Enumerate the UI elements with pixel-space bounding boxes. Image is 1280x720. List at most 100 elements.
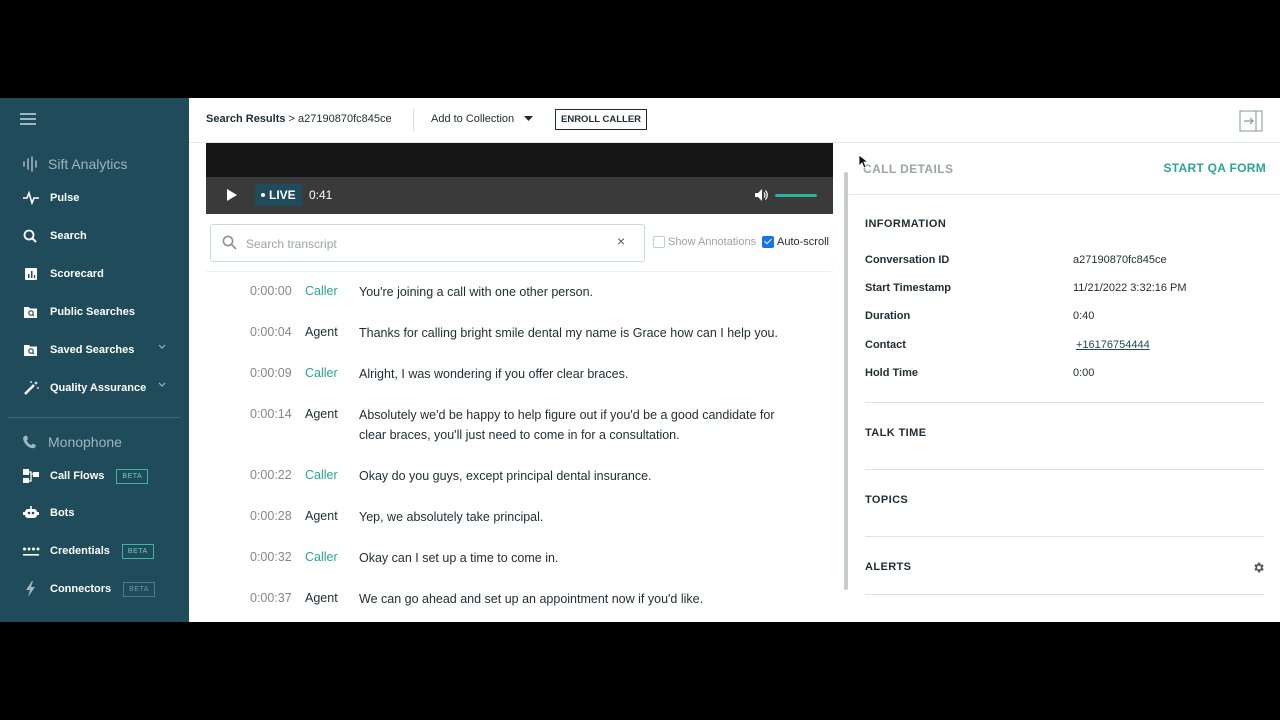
breadcrumb-search-results[interactable]: Search Results — [206, 113, 285, 125]
mouse-cursor-icon — [858, 154, 868, 169]
sidebar-item-quality-assurance[interactable]: Quality Assurance — [22, 377, 172, 399]
info-key: Duration — [865, 310, 911, 322]
utterance-text: Absolutely we'd be happy to help figure … — [359, 408, 775, 442]
beta-badge: BETA — [116, 468, 149, 484]
sidebar-item-label: Search — [50, 230, 87, 242]
enroll-caller-button[interactable]: ENROLL CALLER — [555, 109, 648, 130]
info-key: Conversation ID — [865, 254, 950, 266]
auto-scroll-option[interactable]: Auto-scroll — [762, 236, 829, 248]
information-section-title: INFORMATION — [865, 218, 947, 230]
alerts-section-title[interactable]: ALERTS — [865, 561, 911, 573]
public-search-icon — [24, 307, 37, 318]
info-key: Start Timestamp — [865, 282, 951, 294]
start-qa-form-button[interactable]: START QA FORM — [1163, 161, 1266, 175]
speaker-label: Caller — [305, 366, 338, 380]
show-annotations-option[interactable]: Show Annotations — [653, 236, 756, 248]
auto-scroll-checkbox[interactable] — [762, 236, 774, 248]
transcript-list: 0:00:00 Caller You're joining a call wit… — [206, 272, 833, 622]
toolbar-divider — [413, 109, 414, 131]
waveform-icon — [23, 156, 37, 172]
auto-scroll-label: Auto-scroll — [777, 236, 829, 248]
search-icon — [222, 235, 237, 250]
sidebar-item-search[interactable]: Search — [22, 225, 172, 247]
credentials-icon — [23, 547, 40, 556]
sidebar-item-label: Credentials — [50, 545, 110, 557]
utterance-time[interactable]: 0:00:28 — [250, 509, 292, 523]
volume-icon[interactable] — [754, 188, 768, 202]
call-details-header: CALL DETAILS START QA FORM — [849, 142, 1280, 195]
section-divider — [865, 536, 1264, 537]
caret-down-icon — [524, 116, 534, 121]
speaker-label: Caller — [305, 284, 338, 298]
add-to-collection-label: Add to Collection — [431, 113, 515, 125]
volume-slider[interactable] — [775, 194, 817, 197]
utterance-time[interactable]: 0:00:00 — [250, 284, 292, 298]
live-label: LIVE — [269, 188, 296, 202]
sidebar-item-credentials[interactable]: Credentials BETA — [22, 540, 172, 562]
sift-analytics-header: Sift Analytics — [22, 156, 127, 172]
utterance-time[interactable]: 0:00:14 — [250, 407, 292, 421]
sidebar-item-scorecard[interactable]: Scorecard — [22, 263, 172, 285]
section-divider — [865, 402, 1264, 403]
talk-time-section-title[interactable]: TALK TIME — [865, 427, 926, 439]
saved-search-icon — [24, 345, 37, 356]
sidebar-item-connectors[interactable]: Connectors BETA — [22, 578, 172, 600]
lightning-icon — [26, 581, 35, 597]
contact-phone-link[interactable]: +16176754444 — [1076, 339, 1150, 351]
speaker-label: Caller — [305, 550, 338, 564]
collapse-panel-icon[interactable] — [1239, 110, 1263, 132]
pulse-icon — [23, 191, 39, 205]
gear-icon[interactable] — [1252, 561, 1265, 574]
info-value: 11/21/2022 3:32:16 PM — [1073, 282, 1187, 294]
section-divider — [865, 469, 1264, 470]
add-to-collection-dropdown[interactable]: Add to Collection — [431, 113, 534, 125]
player-controls: LIVE 0:41 — [206, 177, 833, 214]
sidebar-item-pulse[interactable]: Pulse — [22, 187, 172, 209]
utterance-time[interactable]: 0:00:22 — [250, 468, 292, 482]
sidebar-item-call-flows[interactable]: Call Flows BETA — [22, 465, 172, 487]
info-value: 0:00 — [1073, 367, 1095, 379]
sift-analytics-title: Sift Analytics — [48, 156, 128, 172]
hamburger-menu-icon[interactable] — [20, 113, 36, 125]
sidebar-item-label: Scorecard — [50, 268, 104, 280]
sidebar-item-saved-searches[interactable]: Saved Searches — [22, 339, 172, 361]
monophone-title: Monophone — [48, 434, 122, 450]
speaker-label: Agent — [305, 407, 338, 421]
magic-wand-icon — [24, 381, 39, 395]
sidebar-item-label: Saved Searches — [50, 344, 135, 356]
sidebar-item-public-searches[interactable]: Public Searches — [22, 301, 172, 323]
utterance-time[interactable]: 0:00:09 — [250, 366, 292, 380]
beta-badge: BETA — [121, 543, 154, 559]
sidebar-item-label: Pulse — [50, 192, 80, 204]
transcript-search-input[interactable] — [244, 234, 608, 254]
info-key: Hold Time — [865, 367, 918, 379]
utterance-text: Okay can I set up a time to come in. — [359, 551, 559, 565]
monophone-header: Monophone — [22, 434, 122, 450]
play-icon[interactable] — [226, 188, 238, 202]
clear-search-icon[interactable]: × — [617, 233, 625, 249]
info-value: a27190870fc845ce — [1073, 254, 1167, 266]
utterance-time[interactable]: 0:00:32 — [250, 550, 292, 564]
live-badge[interactable]: LIVE — [255, 184, 302, 206]
transcript-scrollbar[interactable] — [844, 172, 848, 590]
call-flows-icon — [23, 469, 39, 483]
utterance-time[interactable]: 0:00:37 — [250, 591, 292, 605]
search-icon — [23, 229, 37, 243]
info-key: Contact — [865, 339, 906, 351]
sidebar-item-label: Connectors — [50, 583, 112, 595]
bot-icon — [23, 506, 39, 518]
show-annotations-checkbox[interactable] — [653, 236, 665, 248]
sidebar-item-bots[interactable]: Bots — [22, 502, 172, 524]
utterance-text: Yep, we absolutely take principal. — [359, 510, 544, 524]
sidebar: Sift Analytics Pulse Search Scorecard Pu… — [0, 98, 189, 622]
breadcrumb: Search Results > a27190870fc845ce — [206, 113, 392, 125]
call-details-title: CALL DETAILS — [863, 162, 954, 176]
transcript-search-box: × — [210, 224, 645, 262]
speaker-label: Agent — [305, 509, 338, 523]
utterance-text: We can go ahead and set up an appointmen… — [359, 592, 704, 606]
utterance-time[interactable]: 0:00:04 — [250, 325, 292, 339]
audio-player: LIVE 0:41 — [206, 143, 833, 214]
topics-section-title[interactable]: TOPICS — [865, 494, 908, 506]
sidebar-item-label: Bots — [50, 507, 75, 519]
breadcrumb-conversation-id: a27190870fc845ce — [298, 113, 392, 125]
